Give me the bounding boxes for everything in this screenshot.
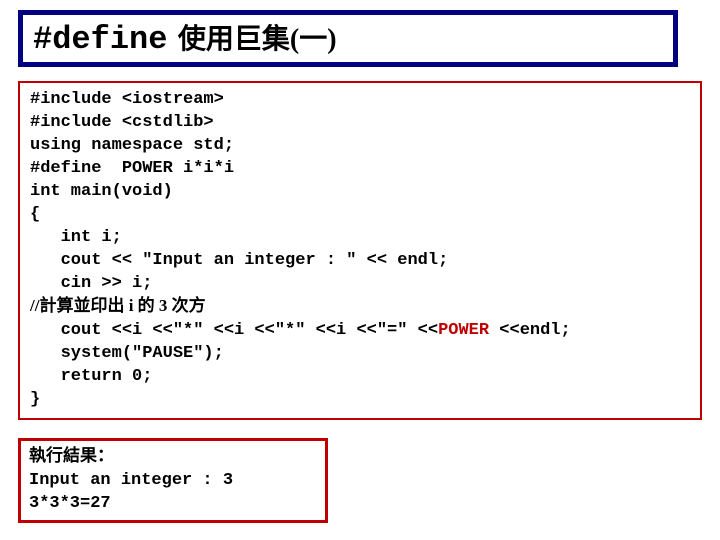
code-line: #define POWER i*i*i <box>30 159 234 178</box>
slide: #define 使用巨集(一) #include <iostream> #inc… <box>0 0 720 540</box>
code-line: <<endl; <box>489 321 571 340</box>
code-line: { <box>30 205 40 224</box>
code-block: #include <iostream> #include <cstdlib> u… <box>18 81 702 420</box>
code-line: int main(void) <box>30 182 173 201</box>
title-box: #define 使用巨集(一) <box>18 10 678 67</box>
title-main: #define <box>33 21 167 58</box>
code-line: return 0; <box>30 367 152 386</box>
code-line: cin >> i; <box>30 274 152 293</box>
result-output: Input an integer : 3 <box>29 471 233 490</box>
code-line: #include <iostream> <box>30 90 224 109</box>
code-line: } <box>30 390 40 409</box>
code-line: using namespace std; <box>30 136 234 155</box>
code-line: int i; <box>30 228 122 247</box>
result-output: 3*3*3=27 <box>29 494 111 513</box>
code-highlight: POWER <box>438 321 489 340</box>
title-subtitle: 使用巨集(一) <box>178 24 337 55</box>
code-line: cout <<i <<"*" <<i <<"*" <<i <<"=" << <box>30 321 438 340</box>
code-line: #include <cstdlib> <box>30 113 214 132</box>
code-line: cout << "Input an integer : " << endl; <box>30 251 448 270</box>
result-box: 執行結果： Input an integer : 3 3*3*3=27 <box>18 438 328 523</box>
result-label: 執行結果： <box>29 446 114 465</box>
code-line: system("PAUSE"); <box>30 344 224 363</box>
code-comment: //計算並印出 i 的 3 次方 <box>30 296 206 315</box>
